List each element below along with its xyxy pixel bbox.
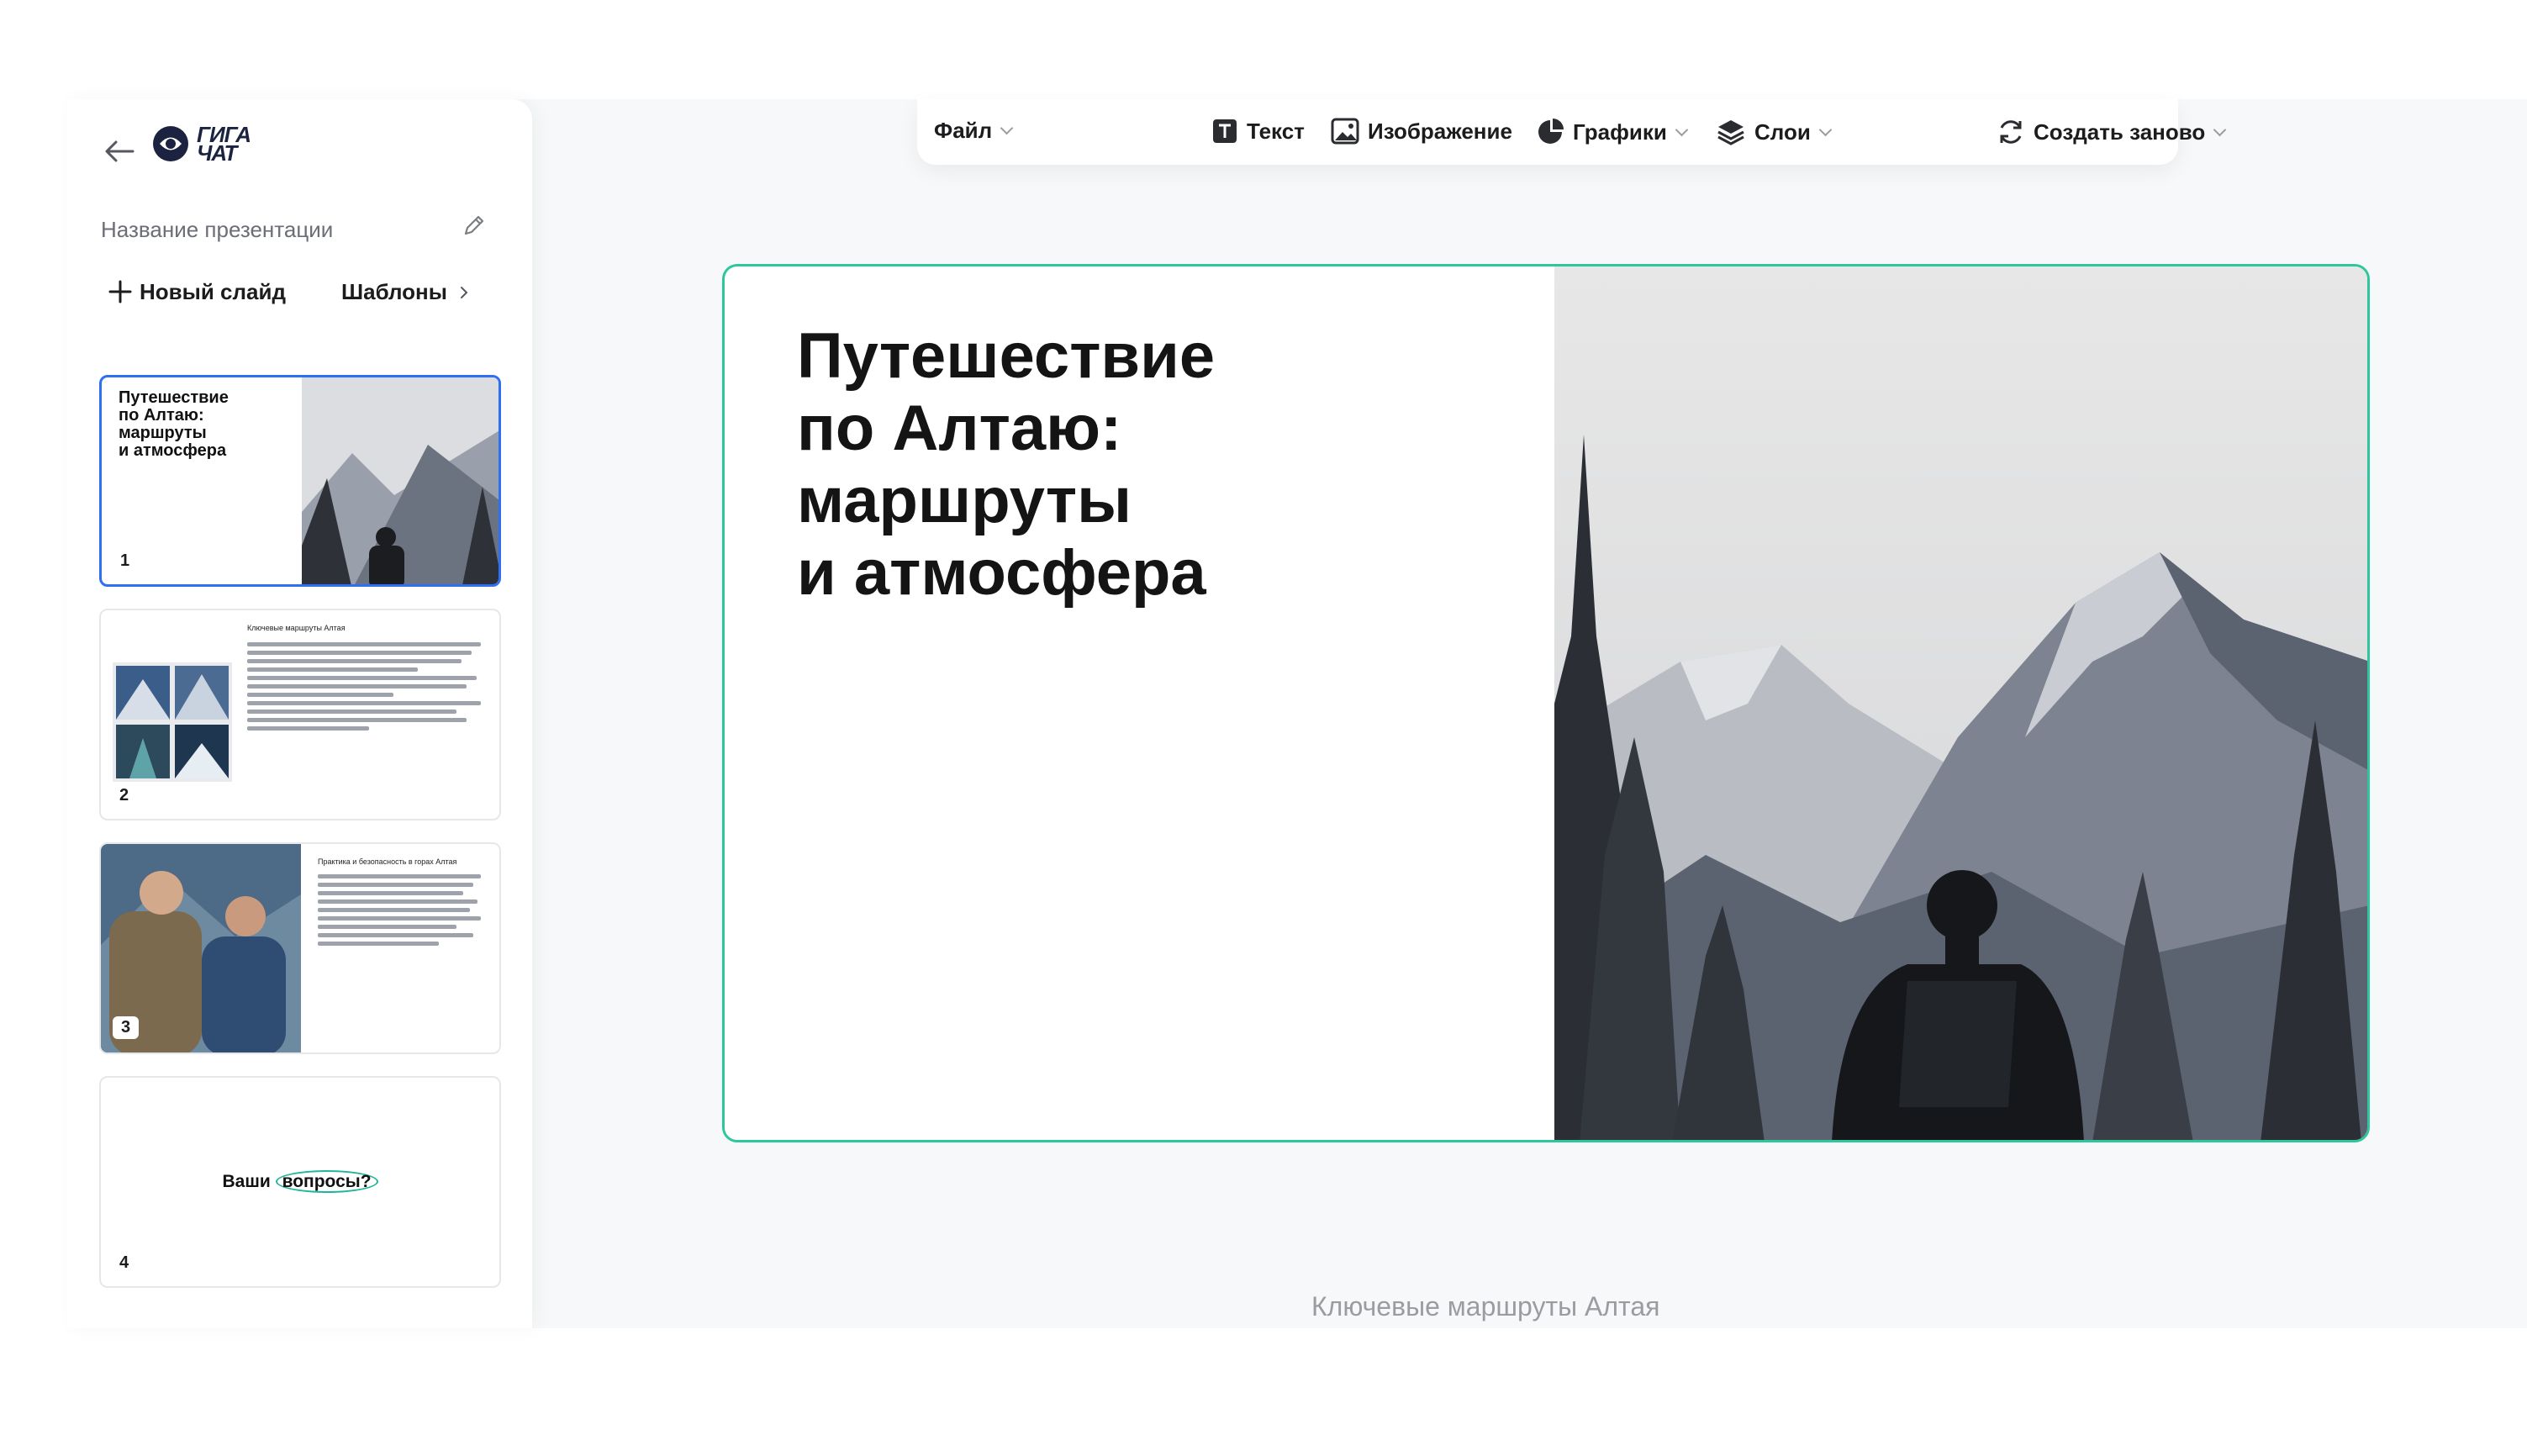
image-tool[interactable]: Изображение (1331, 118, 1512, 145)
logo-wordmark: ГИГА ЧАТ (197, 124, 251, 166)
slide-title-line: маршруты (797, 465, 1132, 536)
refresh-icon (2000, 120, 2022, 144)
slide-number: 2 (119, 786, 129, 804)
slide-thumbnail-1[interactable]: Путешествие по Алтаю: маршруты и атмосфе… (99, 375, 501, 587)
slide-number: 3 (113, 1016, 140, 1039)
image-tool-label: Изображение (1368, 118, 1512, 144)
thumb-4-title: Ваши вопросы? (101, 1170, 499, 1193)
edit-pencil-icon[interactable] (461, 212, 491, 242)
regenerate-label: Создать заново (2034, 119, 2206, 145)
thumb-1-title: Путешествие по Алтаю: маршруты и атмосфе… (119, 389, 287, 460)
editor-toolbar: Файл Текст Изображение Графики Слои Созд… (917, 99, 2227, 165)
thumb-2-body-text (247, 642, 491, 735)
file-menu-label: Файл (934, 118, 993, 143)
pie-chart-icon (1538, 119, 1564, 144)
chevron-down-icon (1818, 123, 1833, 136)
slide-number: 1 (120, 551, 130, 570)
thumb-1-line: маршруты (119, 424, 207, 442)
thumb-2-title: Ключевые маршруты Алтая (247, 624, 346, 632)
thumb-2-image-collage (113, 662, 232, 782)
presentation-name[interactable]: Название презентации (101, 217, 333, 243)
slide-title-line: по Алтаю: (797, 393, 1122, 464)
chevron-down-icon (1675, 123, 1689, 136)
chevron-right-icon (460, 286, 468, 298)
thumb-1-line: и атмосфера (119, 441, 227, 460)
slide-title-line: и атмосфера (797, 537, 1206, 609)
logo-line2: ЧАТ (197, 140, 237, 166)
text-tool-label: Текст (1247, 118, 1305, 144)
presentation-editor: ГИГА ЧАТ Название презентации Новый слай… (67, 99, 2527, 1328)
slide-thumbnail-2[interactable]: Ключевые маршруты Алтая 2 (99, 609, 501, 820)
chevron-down-icon (1000, 121, 1014, 135)
image-icon (1331, 118, 1359, 145)
new-slide-label: Новый слайд (140, 278, 286, 304)
templates-label: Шаблоны (341, 279, 447, 304)
slide-thumbnail-3[interactable]: Практика и безопасность в горах Алтая 3 (99, 842, 501, 1054)
slide-thumbnail-4[interactable]: Ваши вопросы? 4 (99, 1076, 501, 1288)
back-arrow-icon[interactable] (101, 133, 138, 170)
layers-menu-label: Слои (1754, 119, 1811, 145)
slide-canvas[interactable]: Путешествие по Алтаю: маршруты и атмосфе… (722, 264, 2370, 1142)
next-slide-title[interactable]: Ключевые маршруты Алтая (1311, 1291, 1659, 1322)
regenerate-button[interactable]: Создать заново (1997, 118, 2227, 146)
layers-menu[interactable]: Слои (1716, 118, 1833, 146)
charts-menu-label: Графики (1573, 119, 1667, 145)
slide-title[interactable]: Путешествие по Алтаю: маршруты и атмосфе… (797, 320, 1537, 609)
thumb-1-line: по Алтаю: (119, 406, 204, 425)
thumb-3-title: Практика и безопасность в горах Алтая (318, 857, 457, 866)
templates-button[interactable]: Шаблоны (341, 279, 469, 305)
slide-number: 4 (119, 1253, 129, 1272)
layers-icon (1717, 120, 1744, 145)
charts-menu[interactable]: Графики (1536, 118, 1689, 146)
new-slide-button[interactable]: Новый слайд (106, 277, 286, 306)
slide-mountain-hiker-image[interactable] (1554, 266, 2370, 1142)
file-menu[interactable]: Файл (934, 118, 1014, 144)
plus-icon (108, 280, 132, 303)
thumb-1-line: Путешествие (119, 388, 229, 407)
text-icon (1213, 119, 1237, 143)
text-tool[interactable]: Текст (1211, 118, 1305, 145)
thumb-3-body-text (318, 874, 491, 950)
gigachat-logo[interactable]: ГИГА ЧАТ (151, 124, 251, 166)
thumb-4-title-part1: Ваши (222, 1172, 276, 1191)
slides-sidebar: ГИГА ЧАТ Название презентации Новый слай… (67, 99, 532, 1328)
thumb-1-mountain-image (302, 377, 499, 584)
slide-title-line: Путешествие (797, 320, 1216, 392)
thumb-4-title-highlight: вопросы? (275, 1170, 378, 1193)
chevron-down-icon (2213, 123, 2227, 136)
logo-icon (153, 126, 188, 161)
